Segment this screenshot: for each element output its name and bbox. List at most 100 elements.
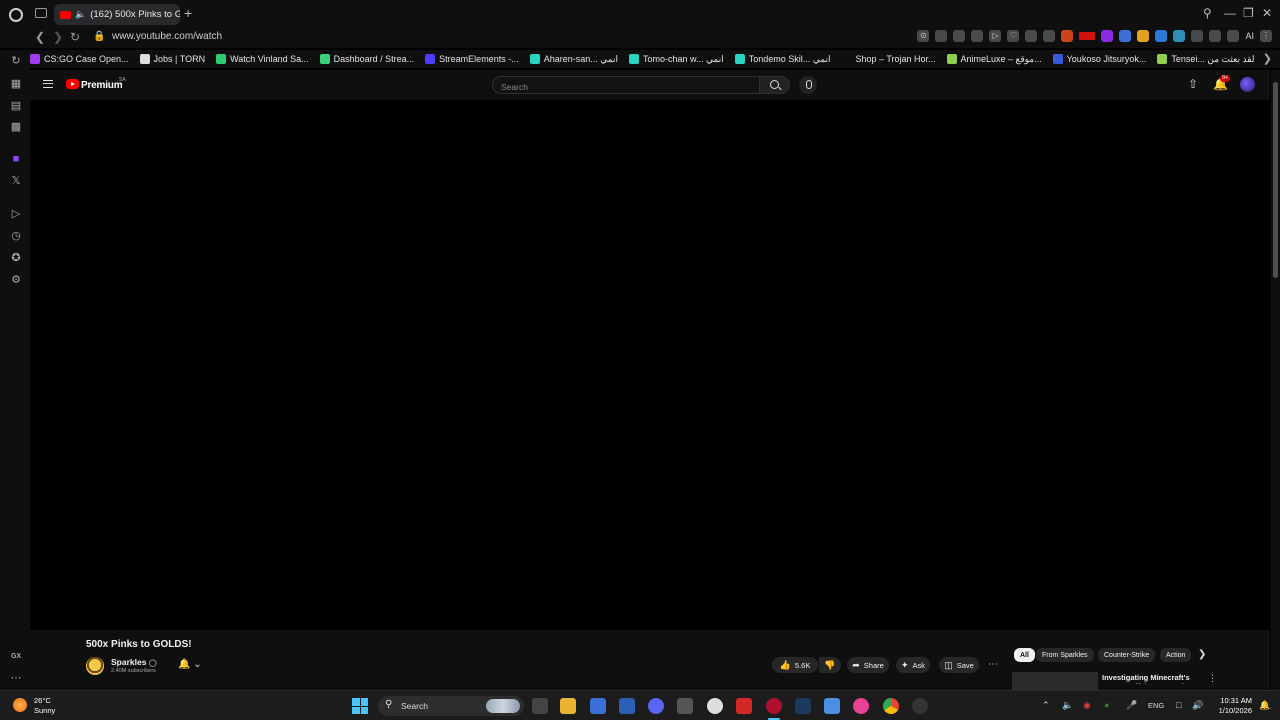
ai-icon[interactable] [1227, 30, 1240, 42]
extension-icon[interactable] [1101, 30, 1114, 42]
close-icon[interactable]: ✕ [1262, 7, 1272, 19]
player-icon[interactable]: ▷ [10, 208, 22, 220]
clock-time[interactable]: 10:31 AM [1216, 696, 1252, 705]
network-icon[interactable]: □ [1176, 700, 1181, 710]
notepad-icon[interactable] [824, 698, 840, 714]
opera-gx-icon[interactable] [766, 698, 782, 714]
ask-button[interactable]: ✦ Ask [896, 657, 930, 673]
crypto-wallet-icon[interactable]: ▦ [10, 78, 22, 90]
bookmark-item[interactable]: Tondemo Skil... انمي [734, 54, 830, 65]
save-button[interactable]: ◫ Save [939, 657, 979, 673]
bookmark-item[interactable]: Youkoso Jitsuryok... [1052, 54, 1146, 64]
search-icon[interactable] [760, 76, 790, 94]
steam-icon[interactable] [795, 698, 811, 714]
sidebar-app-icon[interactable]: ▤ [10, 100, 22, 112]
extension-icon[interactable] [1155, 30, 1168, 42]
channel-avatar[interactable] [86, 657, 104, 675]
task-view-icon[interactable] [532, 698, 548, 714]
gx-icon[interactable]: GX [10, 651, 22, 663]
pin-icon[interactable] [935, 30, 948, 42]
bookmark-item[interactable]: Tomo-chan w... انمي [628, 54, 724, 65]
aria-icon[interactable]: ↻ [10, 55, 22, 67]
chip-action[interactable]: Action [1160, 648, 1192, 662]
like-button[interactable]: 👍 5.6K [772, 657, 818, 673]
hamburger-icon[interactable] [43, 80, 53, 88]
language-indicator[interactable]: ENG [1148, 701, 1164, 710]
bookmark-item[interactable]: Shop – Trojan Hor... [841, 54, 936, 64]
puzzle-icon[interactable] [1191, 30, 1204, 42]
tray-app-icon[interactable]: ● [1104, 700, 1109, 710]
chrome-icon[interactable] [883, 698, 899, 714]
weather-sun-icon[interactable] [13, 698, 27, 712]
extensions-icon[interactable]: ✪ [10, 252, 22, 264]
unity-icon[interactable] [677, 698, 693, 714]
extension-icon[interactable] [1119, 30, 1132, 42]
channel-name-text[interactable]: Sparkles [111, 657, 146, 667]
lock-icon[interactable]: 🔒 [93, 30, 105, 44]
reload-icon[interactable]: ↻ [70, 30, 80, 44]
notification-center-icon[interactable]: 🔔 [1259, 700, 1270, 711]
twitch-icon[interactable]: ■ [10, 153, 22, 165]
store-icon[interactable] [590, 698, 606, 714]
bookmark-item[interactable]: Tensei... لقد بعثت من [1157, 54, 1254, 65]
avatar[interactable] [1240, 77, 1255, 92]
extension-icon[interactable] [1173, 30, 1186, 42]
extension-icon[interactable] [1079, 32, 1096, 40]
browser-tab-active[interactable]: 🔈 (162) 500x Pinks to GO [54, 4, 180, 25]
history-icon[interactable]: ◷ [10, 230, 22, 242]
app-icon[interactable] [619, 698, 635, 714]
scrollbar-thumb[interactable] [1273, 82, 1278, 278]
tab-search-icon[interactable]: ⚲ [1203, 7, 1212, 19]
forward-icon[interactable]: ❯ [53, 30, 63, 44]
download-icon[interactable] [1209, 30, 1222, 42]
shield-icon[interactable] [971, 30, 984, 42]
recommendation-menu-icon[interactable]: ⋮ [1208, 673, 1217, 684]
speaker-icon[interactable]: 🔈 [1062, 700, 1073, 710]
app-icon[interactable] [853, 698, 869, 714]
share-button[interactable]: ➦ Share [847, 657, 889, 673]
bookmark-item[interactable]: AnimeLuxe – موقع... [946, 54, 1042, 65]
menu-icon[interactable]: ⋮ [1260, 30, 1272, 42]
ai-label[interactable]: AI [1245, 31, 1254, 41]
youtube-logo-icon[interactable] [66, 79, 79, 89]
speaker-icon[interactable]: 🔈 [75, 9, 86, 20]
app-icon[interactable] [707, 698, 723, 714]
bookmark-item[interactable]: Aharen-san... انمي [529, 54, 618, 65]
chip-all[interactable]: All [1014, 648, 1035, 662]
restore-icon[interactable]: ❐ [1243, 7, 1254, 19]
bookmark-item[interactable]: CS:GO Case Open... [30, 54, 129, 64]
zoom-icon[interactable]: ⊙ [917, 30, 930, 42]
page-scrollbar[interactable] [1271, 70, 1280, 690]
extension-icon[interactable] [1043, 30, 1056, 42]
heart-icon[interactable]: ♡ [1007, 30, 1020, 42]
extension-icon[interactable] [1061, 30, 1074, 42]
windows-icon[interactable] [352, 698, 368, 714]
dislike-button[interactable]: 👎 [819, 657, 841, 673]
opera-icon[interactable] [9, 8, 23, 22]
back-icon[interactable]: ❮ [35, 30, 45, 44]
channel-name[interactable]: Sparkles ◯ [111, 657, 157, 667]
subscribed-bell-icon[interactable]: 🔔 ⌄ [178, 659, 202, 670]
search-input[interactable] [493, 79, 743, 95]
chevron-right-icon[interactable]: ❯ [1198, 649, 1206, 660]
bookmark-item[interactable]: Watch Vinland Sa... [216, 54, 309, 64]
app-icon[interactable] [912, 698, 928, 714]
extension-icon[interactable] [1025, 30, 1038, 42]
weather-condition[interactable]: Sunny [34, 706, 55, 715]
more-icon[interactable]: ⋯ [10, 672, 22, 684]
new-tab-icon[interactable]: + [184, 6, 192, 20]
chip-counter-strike[interactable]: Counter-Strike [1098, 648, 1156, 662]
mic-icon[interactable]: 🎤 [1126, 700, 1137, 710]
chip-from-channel[interactable]: From Sparkles [1036, 648, 1094, 662]
snapshot-icon[interactable] [953, 30, 966, 42]
video-player[interactable] [30, 100, 1270, 630]
tray-app-icon[interactable]: ◉ [1083, 700, 1091, 710]
sidebar-app-icon[interactable]: ▩ [10, 121, 22, 133]
x-icon[interactable]: 𝕏 [10, 175, 22, 187]
recommendation-thumbnail[interactable] [1012, 672, 1098, 690]
discord-icon[interactable] [648, 698, 664, 714]
bookmark-item[interactable]: Jobs | TORN [139, 54, 205, 64]
app-icon[interactable] [736, 698, 752, 714]
url-field[interactable]: www.youtube.com/watch [112, 31, 222, 42]
weather-temperature[interactable]: 26°C [34, 696, 51, 705]
